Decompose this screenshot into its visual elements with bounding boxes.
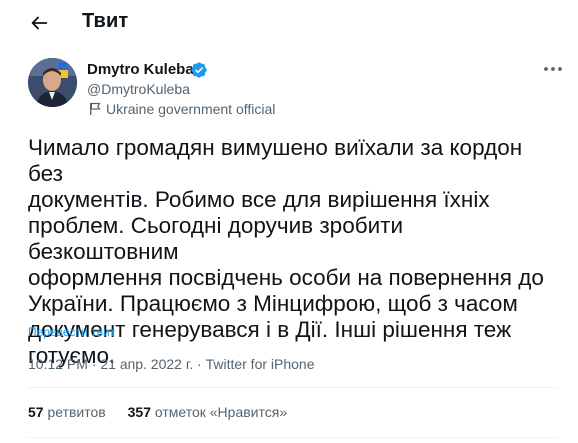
tweet-meta: 10:12 PM · 21 апр. 2022 г. · Twitter for… (28, 356, 315, 372)
more-options-button[interactable] (540, 58, 566, 80)
author-handle[interactable]: @DmytroKuleba (87, 81, 190, 97)
meta-separator: · (193, 356, 206, 372)
divider (28, 437, 558, 438)
likes-stat[interactable]: 357 отметок «Нравится» (128, 404, 288, 420)
flag-icon (88, 102, 102, 116)
top-bar: Твит (0, 0, 578, 44)
back-button[interactable] (28, 12, 50, 34)
retweets-label: ретвитов (47, 404, 106, 420)
meta-separator: · (87, 356, 101, 372)
avatar[interactable] (28, 58, 77, 107)
government-label: Ukraine government official (106, 101, 276, 117)
tweet-time[interactable]: 10:12 PM (28, 356, 88, 372)
avatar-image (28, 58, 77, 107)
tweet-source[interactable]: Twitter for iPhone (206, 356, 315, 372)
tweet-author: Dmytro Kuleba @DmytroKuleba Ukraine gove… (28, 58, 568, 122)
verified-badge-icon (190, 61, 208, 79)
more-horizontal-icon (544, 67, 562, 71)
retweets-count: 57 (28, 404, 44, 420)
retweets-stat[interactable]: 57 ретвитов (28, 404, 106, 420)
translate-tweet-link[interactable]: Перевести твит (28, 325, 115, 339)
divider (28, 387, 558, 388)
likes-label: отметок «Нравится» (154, 404, 288, 420)
likes-count: 357 (127, 404, 151, 420)
author-name[interactable]: Dmytro Kuleba (87, 61, 194, 78)
arrow-left-icon (31, 16, 48, 30)
page-title: Твит (82, 10, 129, 32)
tweet-stats: 57 ретвитов 357 отметок «Нравится» (28, 404, 305, 420)
tweet-date[interactable]: 21 апр. 2022 г. (100, 356, 193, 372)
